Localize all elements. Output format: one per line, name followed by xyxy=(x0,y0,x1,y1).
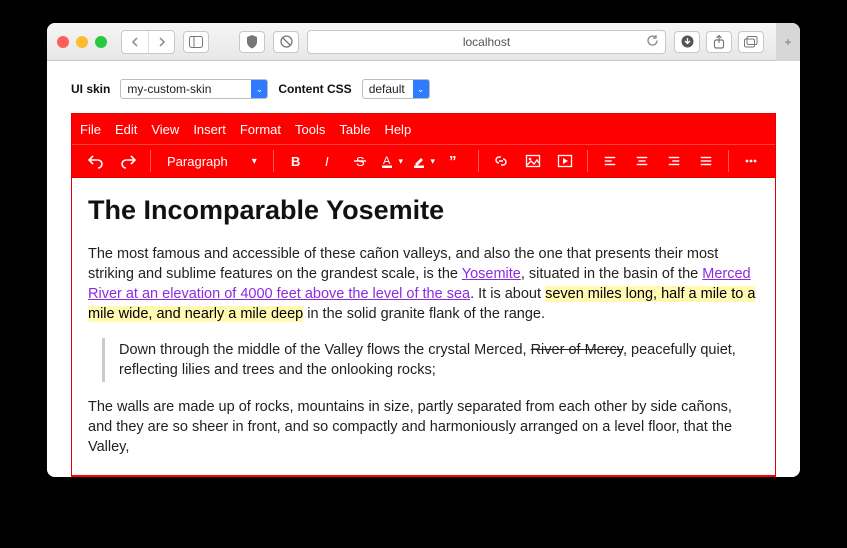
link-yosemite[interactable]: Yosemite xyxy=(462,266,521,282)
downloads-button[interactable] xyxy=(674,31,700,53)
chevron-down-icon: ▾ xyxy=(398,156,403,167)
reload-icon[interactable] xyxy=(646,34,659,50)
block-format-value: Paragraph xyxy=(167,154,228,169)
document-title: The Incomparable Yosemite xyxy=(88,192,759,229)
svg-text:B: B xyxy=(291,154,300,169)
forward-button[interactable] xyxy=(148,31,174,53)
image-button[interactable] xyxy=(519,148,547,174)
editor-toolbar: Paragraph ▾ B I S A▾ ▾ ” xyxy=(72,144,775,178)
more-toolbar-button[interactable] xyxy=(737,148,765,174)
text-color-button[interactable]: A▾ xyxy=(378,148,406,174)
strikethrough-text: River of Mercy xyxy=(531,342,623,358)
tabs-button[interactable] xyxy=(738,31,764,53)
editor-statusbar: 267 WORDS POWERED BY TINY xyxy=(72,475,775,477)
blockquote-button[interactable]: ” xyxy=(442,148,470,174)
ui-skin-select[interactable]: my-custom-skin ⌄ xyxy=(120,79,268,99)
media-button[interactable] xyxy=(551,148,579,174)
editor-content[interactable]: The Incomparable Yosemite The most famou… xyxy=(72,178,775,475)
share-button[interactable] xyxy=(706,31,732,53)
redo-button[interactable] xyxy=(114,148,142,174)
menu-tools[interactable]: Tools xyxy=(295,122,325,137)
block-format-select[interactable]: Paragraph ▾ xyxy=(159,148,265,174)
chevron-down-icon: ▾ xyxy=(252,156,257,167)
page-body: UI skin my-custom-skin ⌄ Content CSS def… xyxy=(47,61,800,477)
bold-button[interactable]: B xyxy=(282,148,310,174)
window-close-button[interactable] xyxy=(57,36,69,48)
tinymce-editor: File Edit View Insert Format Tools Table… xyxy=(71,113,776,477)
align-left-button[interactable] xyxy=(596,148,624,174)
new-tab-button[interactable]: + xyxy=(776,23,800,61)
browser-titlebar: localhost + xyxy=(47,23,800,61)
content-css-value: default xyxy=(369,82,405,96)
browser-window: localhost + UI skin my-custom-skin ⌄ xyxy=(47,23,800,477)
menu-edit[interactable]: Edit xyxy=(115,122,137,137)
chevron-down-icon: ▾ xyxy=(430,156,435,167)
paragraph-2: The walls are made up of rocks, mountain… xyxy=(88,397,759,457)
link-button[interactable] xyxy=(487,148,515,174)
window-controls xyxy=(57,36,107,48)
address-bar[interactable]: localhost xyxy=(307,30,666,54)
ui-skin-label: UI skin xyxy=(71,82,110,96)
strikethrough-button[interactable]: S xyxy=(346,148,374,174)
window-minimize-button[interactable] xyxy=(76,36,88,48)
highlight-color-button[interactable]: ▾ xyxy=(410,148,438,174)
svg-text:A: A xyxy=(383,155,391,167)
undo-button[interactable] xyxy=(82,148,110,174)
blockquote: Down through the middle of the Valley fl… xyxy=(102,338,759,382)
menu-table[interactable]: Table xyxy=(339,122,370,137)
paragraph-1: The most famous and accessible of these … xyxy=(88,244,759,324)
demo-controls: UI skin my-custom-skin ⌄ Content CSS def… xyxy=(71,79,776,99)
adblock-button[interactable] xyxy=(273,31,299,53)
italic-button[interactable]: I xyxy=(314,148,342,174)
menu-view[interactable]: View xyxy=(151,122,179,137)
chevron-updown-icon: ⌄ xyxy=(251,80,267,98)
svg-text:”: ” xyxy=(449,153,457,169)
editor-menubar: File Edit View Insert Format Tools Table… xyxy=(72,114,775,144)
align-center-button[interactable] xyxy=(628,148,656,174)
content-css-label: Content CSS xyxy=(278,82,351,96)
menu-insert[interactable]: Insert xyxy=(193,122,226,137)
svg-text:I: I xyxy=(325,154,329,169)
ui-skin-value: my-custom-skin xyxy=(127,82,211,96)
content-css-select[interactable]: default ⌄ xyxy=(362,79,430,99)
menu-help[interactable]: Help xyxy=(384,122,411,137)
back-button[interactable] xyxy=(122,31,148,53)
window-zoom-button[interactable] xyxy=(95,36,107,48)
titlebar-right-buttons xyxy=(674,31,764,53)
align-justify-button[interactable] xyxy=(692,148,720,174)
privacy-report-button[interactable] xyxy=(239,31,265,53)
sidebar-toggle-button[interactable] xyxy=(183,31,209,53)
address-bar-text: localhost xyxy=(463,35,510,49)
menu-format[interactable]: Format xyxy=(240,122,281,137)
menu-file[interactable]: File xyxy=(80,122,101,137)
align-right-button[interactable] xyxy=(660,148,688,174)
chevron-updown-icon: ⌄ xyxy=(413,80,429,98)
nav-back-forward xyxy=(121,30,175,54)
